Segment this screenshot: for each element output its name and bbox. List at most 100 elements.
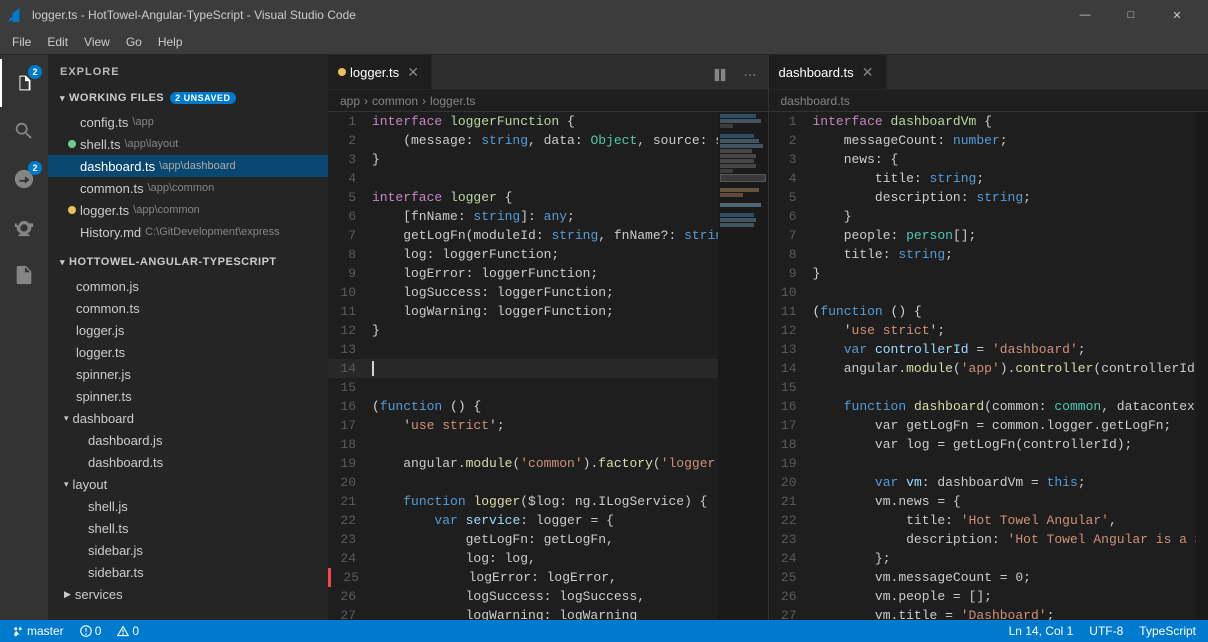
window-title: logger.ts - HotTowel-Angular-TypeScript … — [32, 8, 1062, 22]
working-file-shell[interactable]: shell.ts \app\layout — [48, 133, 328, 155]
status-git-branch[interactable]: master — [8, 620, 68, 642]
code-line: 15 — [328, 378, 718, 397]
code-line: 18 var log = getLogFn(controllerId); — [769, 435, 1197, 454]
tree-sidebar-ts[interactable]: sidebar.ts — [48, 561, 328, 583]
code-line: 21 vm.news = { — [769, 492, 1197, 511]
right-tab-dashboard[interactable]: dashboard.ts ✕ — [769, 55, 887, 89]
right-breadcrumb: dashboard.ts — [769, 90, 1208, 112]
code-line: 13 — [328, 340, 718, 359]
status-errors[interactable]: 0 — [76, 620, 106, 642]
more-actions-button[interactable] — [736, 61, 764, 89]
tree-shell-js[interactable]: shell.js — [48, 495, 328, 517]
code-line: 26 logSuccess: logSuccess, — [328, 587, 718, 606]
statusbar: master 0 0 Ln 14, Col 1 UTF-8 TypeScript — [0, 620, 1208, 642]
code-line: 12 'use strict'; — [769, 321, 1197, 340]
code-line: 25 logError: logError, — [328, 568, 718, 587]
code-line: 3 news: { — [769, 150, 1197, 169]
project-header[interactable]: ▾ HOTTOWEL-ANGULAR-TYPESCRIPT — [48, 249, 328, 275]
code-line: 8 title: string; — [769, 245, 1197, 264]
folder-dashboard[interactable]: ▾ dashboard — [48, 407, 328, 429]
activity-debug[interactable] — [0, 203, 48, 251]
code-line: 27 logWarning: logWarning — [328, 606, 718, 620]
folder-services-chevron: ▶ — [64, 589, 71, 600]
code-line: 1interface loggerFunction { — [328, 112, 718, 131]
activity-git[interactable]: 2 — [0, 155, 48, 203]
tree-common-js[interactable]: common.js — [48, 275, 328, 297]
minimize-button[interactable]: — — [1062, 0, 1108, 30]
folder-services[interactable]: ▶ services — [48, 583, 328, 605]
code-line: 10 logSuccess: loggerFunction; — [328, 283, 718, 302]
code-line: 7 getLogFn(moduleId: string, fnName?: st… — [328, 226, 718, 245]
code-line: 20 var vm: dashboardVm = this; — [769, 473, 1197, 492]
menu-edit[interactable]: Edit — [39, 30, 76, 55]
project-chevron: ▾ — [60, 257, 65, 268]
window-controls: — □ ✕ — [1062, 0, 1200, 30]
left-code-area[interactable]: 1interface loggerFunction { 2 (message: … — [328, 112, 718, 620]
split-editor-button[interactable] — [706, 61, 734, 89]
working-file-common[interactable]: common.ts \app\common — [48, 177, 328, 199]
working-files-chevron: ▾ — [60, 93, 65, 104]
code-line: 14 angular.module('app').controller(cont… — [769, 359, 1197, 378]
dot-shell — [68, 140, 76, 148]
menu-file[interactable]: File — [4, 30, 39, 55]
dot-logger — [68, 206, 76, 214]
tree-logger-js[interactable]: logger.js — [48, 319, 328, 341]
activity-search[interactable] — [0, 107, 48, 155]
folder-layout[interactable]: ▾ layout — [48, 473, 328, 495]
tree-common-ts[interactable]: common.ts — [48, 297, 328, 319]
code-line: 8 log: loggerFunction; — [328, 245, 718, 264]
code-line: 17 'use strict'; — [328, 416, 718, 435]
tree-spinner-js[interactable]: spinner.js — [48, 363, 328, 385]
code-line: 24 log: log, — [328, 549, 718, 568]
code-line: 27 vm.title = 'Dashboard'; — [769, 606, 1197, 620]
main-layout: 2 2 EXPLORE ▾ — [0, 55, 1208, 620]
code-line: 23 getLogFn: getLogFn, — [328, 530, 718, 549]
tab-modified-dot — [338, 68, 346, 76]
working-file-config[interactable]: config.ts \app — [48, 111, 328, 133]
code-line: 9 logError: loggerFunction; — [328, 264, 718, 283]
tree-spinner-ts[interactable]: spinner.ts — [48, 385, 328, 407]
right-tab-close[interactable]: ✕ — [860, 64, 876, 80]
right-editor-content: 1interface dashboardVm { 2 messageCount:… — [769, 112, 1208, 620]
code-line: 22 title: 'Hot Towel Angular', — [769, 511, 1197, 530]
titlebar: logger.ts - HotTowel-Angular-TypeScript … — [0, 0, 1208, 30]
code-line: 15 — [769, 378, 1197, 397]
activity-explorer[interactable]: 2 — [0, 59, 48, 107]
menu-go[interactable]: Go — [118, 30, 150, 55]
code-line: 6 [fnName: string]: any; — [328, 207, 718, 226]
working-files-header[interactable]: ▾ WORKING FILES 2 UNSAVED — [48, 85, 328, 111]
left-tab-close[interactable]: ✕ — [405, 64, 421, 80]
working-file-dashboard[interactable]: dashboard.ts \app\dashboard — [48, 155, 328, 177]
working-file-logger[interactable]: logger.ts \app\common — [48, 199, 328, 221]
code-line: 9} — [769, 264, 1197, 283]
menu-view[interactable]: View — [76, 30, 118, 55]
tree-sidebar-js[interactable]: sidebar.js — [48, 539, 328, 561]
tree-dashboard-ts[interactable]: dashboard.ts — [48, 451, 328, 473]
maximize-button[interactable]: □ — [1108, 0, 1154, 30]
code-line: 22 var service: logger = { — [328, 511, 718, 530]
status-warnings[interactable]: 0 — [113, 620, 143, 642]
left-tab-logger[interactable]: logger.ts ✕ — [328, 55, 432, 89]
tree-dashboard-js[interactable]: dashboard.js — [48, 429, 328, 451]
close-button[interactable]: ✕ — [1154, 0, 1200, 30]
code-line: 11 logWarning: loggerFunction; — [328, 302, 718, 321]
working-file-history[interactable]: History.md C:\GitDevelopment\express — [48, 221, 328, 243]
menu-help[interactable]: Help — [150, 30, 191, 55]
status-encoding[interactable]: UTF-8 — [1085, 620, 1127, 642]
sidebar-header: EXPLORE — [48, 55, 328, 85]
code-line: 2 messageCount: number; — [769, 131, 1197, 150]
code-line: 16 function dashboard(common: common, da… — [769, 397, 1197, 416]
activity-extensions[interactable] — [0, 251, 48, 299]
status-language[interactable]: TypeScript — [1135, 620, 1200, 642]
right-code-area[interactable]: 1interface dashboardVm { 2 messageCount:… — [769, 112, 1197, 620]
code-line: 2 (message: string, data: Object, source… — [328, 131, 718, 150]
left-tab-actions — [702, 61, 768, 89]
code-line: 4 title: string; — [769, 169, 1197, 188]
tree-shell-ts[interactable]: shell.ts — [48, 517, 328, 539]
tree-logger-ts[interactable]: logger.ts — [48, 341, 328, 363]
left-editor-content: 1interface loggerFunction { 2 (message: … — [328, 112, 768, 620]
sidebar: EXPLORE ▾ WORKING FILES 2 UNSAVED config… — [48, 55, 328, 620]
code-line: 13 var controllerId = 'dashboard'; — [769, 340, 1197, 359]
code-line: 16(function () { — [328, 397, 718, 416]
status-cursor-pos[interactable]: Ln 14, Col 1 — [1005, 620, 1078, 642]
